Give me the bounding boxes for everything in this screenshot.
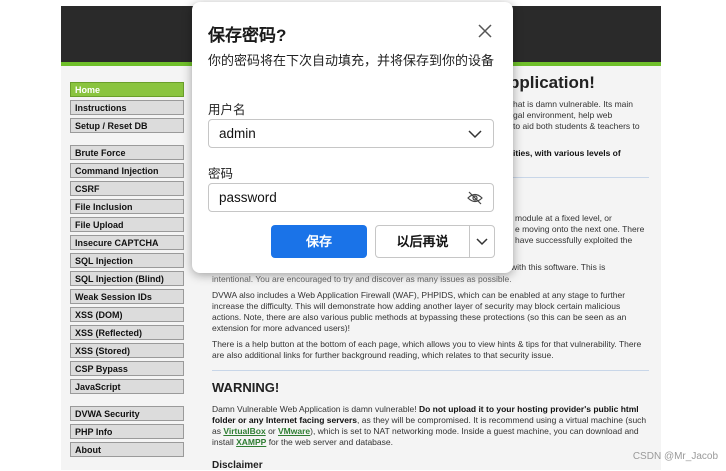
password-field[interactable]: password [208,183,494,212]
menu-item-file-upload[interactable]: File Upload [70,217,184,232]
dialog-description: 你的密码将在下次自动填充，并将保存到你的设备 [208,53,495,68]
menu-item-command-injection[interactable]: Command Injection [70,163,184,178]
menu-item-brute-force[interactable]: Brute Force [70,145,184,160]
module-line: have successfully exploited the [515,235,633,245]
levels-text: ities, with various levels of [513,148,621,158]
warning-heading: WARNING! [212,380,280,395]
divider [212,370,649,371]
menu-item-javascript[interactable]: JavaScript [70,379,184,394]
warning-text: or [265,426,278,436]
warning-text: Damn Vulnerable Web Application is damn … [212,404,419,414]
menu-item-xss-reflected[interactable]: XSS (Reflected) [70,325,184,340]
module-text: module at a fixed level, or e moving ont… [515,213,655,246]
dialog-title: 保存密码? [208,26,287,45]
eye-off-icon[interactable] [467,191,483,205]
page-title: pplication! [509,73,595,92]
menu-item-instructions[interactable]: Instructions [70,100,184,115]
password-value: password [219,190,277,205]
virtualbox-link[interactable]: VirtualBox [223,426,265,436]
intro-text: hat is damn vulnerable. Its main gal env… [513,99,653,132]
menu-item-dvwa-security[interactable]: DVWA Security [70,406,184,421]
disclaimer-heading: Disclaimer [212,460,263,471]
menu-item-csp-bypass[interactable]: CSP Bypass [70,361,184,376]
more-options-button[interactable] [469,225,495,258]
save-password-dialog: 保存密码? 你的密码将在下次自动填充，并将保存到你的设备 用户名 admin 密… [192,2,513,273]
username-value: admin [219,126,256,141]
not-now-button[interactable]: 以后再说 [375,225,470,258]
close-icon[interactable] [476,22,494,40]
intro-line: gal environment, help web [513,110,613,120]
menu-group: Home Instructions Setup / Reset DB [70,82,184,133]
warning-text: for the web server and database. [266,437,393,447]
menu-item-home[interactable]: Home [70,82,184,97]
intentional-text: intentional. You are encouraged to try a… [212,274,512,284]
intro-line: hat is damn vulnerable. Its main [513,99,634,109]
side-menu: Home Instructions Setup / Reset DB Brute Fo… [70,82,184,469]
chevron-down-icon[interactable] [467,127,483,141]
chevron-down-icon [476,238,488,246]
menu-item-xss-stored[interactable]: XSS (Stored) [70,343,184,358]
menu-item-csrf[interactable]: CSRF [70,181,184,196]
username-field[interactable]: admin [208,119,494,148]
help-paragraph: There is a help button at the bottom of … [212,339,642,360]
waf-paragraph: DVWA also includes a Web Application Fir… [212,290,627,333]
menu-item-php-info[interactable]: PHP Info [70,424,184,439]
vmware-link[interactable]: VMware [278,426,310,436]
menu-item-file-inclusion[interactable]: File Inclusion [70,199,184,214]
software-text: with this software. This is [511,262,606,272]
password-label: 密码 [208,167,234,181]
menu-item-weak-session-ids[interactable]: Weak Session IDs [70,289,184,304]
menu-group: Brute Force Command Injection CSRF File Inc… [70,145,184,394]
username-label: 用户名 [208,103,246,117]
intro-line: to aid both students & teachers to [513,121,640,131]
warning-paragraph: Damn Vulnerable Web Application is damn … [212,404,648,448]
menu-item-sql-injection[interactable]: SQL Injection [70,253,184,268]
menu-group: DVWA Security PHP Info About [70,406,184,457]
xampp-link[interactable]: XAMPP [236,437,266,447]
module-line: module at a fixed level, or [515,213,612,223]
menu-item-sql-injection-blind[interactable]: SQL Injection (Blind) [70,271,184,286]
menu-item-setup-reset-db[interactable]: Setup / Reset DB [70,118,184,133]
save-button[interactable]: 保存 [271,225,367,258]
menu-item-xss-dom[interactable]: XSS (DOM) [70,307,184,322]
menu-item-about[interactable]: About [70,442,184,457]
module-line: e moving onto the next one. There [515,224,645,234]
menu-item-insecure-captcha[interactable]: Insecure CAPTCHA [70,235,184,250]
watermark: CSDN @Mr_Jacob [632,451,718,462]
